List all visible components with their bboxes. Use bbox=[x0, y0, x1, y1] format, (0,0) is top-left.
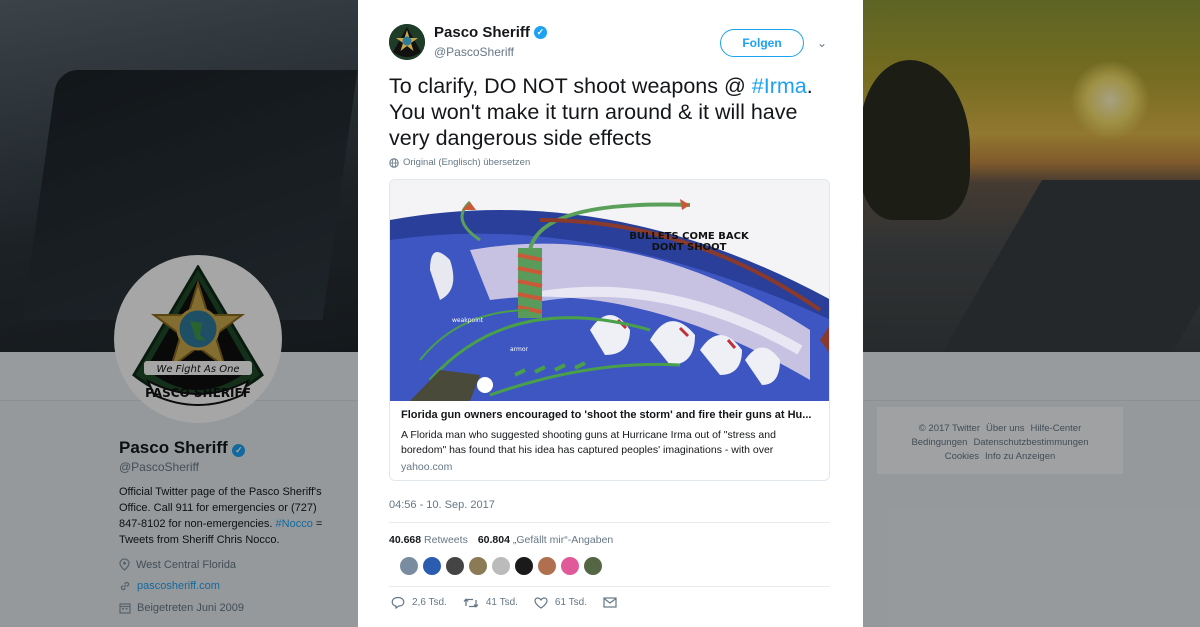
liker-avatar[interactable] bbox=[469, 557, 487, 575]
reply-icon bbox=[391, 596, 405, 609]
chevron-down-icon[interactable]: ⌄ bbox=[817, 36, 827, 50]
liker-avatar[interactable] bbox=[400, 557, 418, 575]
divider bbox=[389, 586, 830, 587]
tweet-author-avatar[interactable] bbox=[389, 24, 425, 60]
retweets-count: 40.668 bbox=[389, 534, 422, 546]
link-preview-card[interactable]: BULLETS COME BACK DONT SHOOT weakpoint a… bbox=[389, 179, 830, 481]
tweet-permalink-modal: Pasco Sheriff ✓ @PascoSheriff Folgen ⌄ T… bbox=[358, 0, 863, 627]
card-title[interactable]: Florida gun owners encouraged to 'shoot … bbox=[401, 409, 821, 421]
tweet-author-name-text: Pasco Sheriff bbox=[434, 24, 530, 41]
liker-avatar[interactable] bbox=[446, 557, 464, 575]
tweet-text: To clarify, DO NOT shoot weapons @ #Irma… bbox=[389, 73, 839, 151]
retweet-icon bbox=[463, 597, 479, 608]
sheriff-badge-small-logo bbox=[389, 24, 425, 60]
globe-icon bbox=[389, 157, 399, 168]
like-action[interactable]: 61 Tsd. bbox=[534, 596, 587, 609]
translate-label: Original (Englisch) übersetzen bbox=[403, 157, 531, 168]
retweet-action[interactable]: 41 Tsd. bbox=[463, 597, 518, 609]
retweet-count: 41 Tsd. bbox=[485, 597, 518, 608]
retweets-label: Retweets bbox=[424, 534, 468, 546]
liker-avatar[interactable] bbox=[515, 557, 533, 575]
envelope-icon bbox=[603, 597, 617, 608]
tweet-actions: 2,6 Tsd. 41 Tsd. 61 Tsd. bbox=[391, 596, 633, 609]
verified-icon: ✓ bbox=[533, 26, 547, 39]
tweet-author-name[interactable]: Pasco Sheriff ✓ bbox=[434, 24, 547, 41]
diagram-caption-2: DONT SHOOT bbox=[652, 242, 727, 253]
retweets-stat[interactable]: 40.668 Retweets bbox=[389, 534, 468, 546]
tweet-author-handle[interactable]: @PascoSheriff bbox=[434, 45, 514, 59]
likes-count: 60.804 bbox=[477, 534, 510, 546]
like-count: 61 Tsd. bbox=[554, 597, 587, 608]
liker-avatar[interactable] bbox=[584, 557, 602, 575]
reply-action[interactable]: 2,6 Tsd. bbox=[391, 596, 447, 609]
heart-icon bbox=[534, 596, 548, 609]
card-domain: yahoo.com bbox=[401, 461, 453, 473]
translate-link[interactable]: Original (Englisch) übersetzen bbox=[389, 157, 530, 168]
hurricane-diagram-image: BULLETS COME BACK DONT SHOOT weakpoint a… bbox=[390, 180, 829, 401]
likes-label: „Gefällt mir“-Angaben bbox=[512, 534, 614, 546]
liker-avatar[interactable] bbox=[561, 557, 579, 575]
tweet-timestamp[interactable]: 04:56 - 10. Sep. 2017 bbox=[389, 499, 495, 511]
likes-stat[interactable]: 60.804 „Gefällt mir“-Angaben bbox=[478, 534, 613, 546]
likers-avatars bbox=[400, 557, 602, 575]
liker-avatar[interactable] bbox=[538, 557, 556, 575]
direct-message-action[interactable] bbox=[603, 597, 617, 608]
diagram-label-armor: armor bbox=[510, 346, 529, 353]
follow-button[interactable]: Folgen bbox=[720, 29, 804, 57]
diagram-caption-1: BULLETS COME BACK bbox=[629, 231, 750, 242]
liker-avatar[interactable] bbox=[423, 557, 441, 575]
reply-count: 2,6 Tsd. bbox=[412, 597, 447, 608]
liker-avatar[interactable] bbox=[492, 557, 510, 575]
diagram-label-weakpoint: weakpoint bbox=[452, 317, 484, 324]
tweet-stats: 40.668 Retweets 60.804 „Gefällt mir“-Ang… bbox=[389, 534, 613, 546]
tweet-text-part: To clarify, DO NOT shoot weapons @ bbox=[389, 74, 746, 98]
hashtag-link[interactable]: #Irma bbox=[752, 74, 807, 98]
card-description: A Florida man who suggested shooting gun… bbox=[401, 429, 776, 456]
divider bbox=[389, 522, 830, 523]
